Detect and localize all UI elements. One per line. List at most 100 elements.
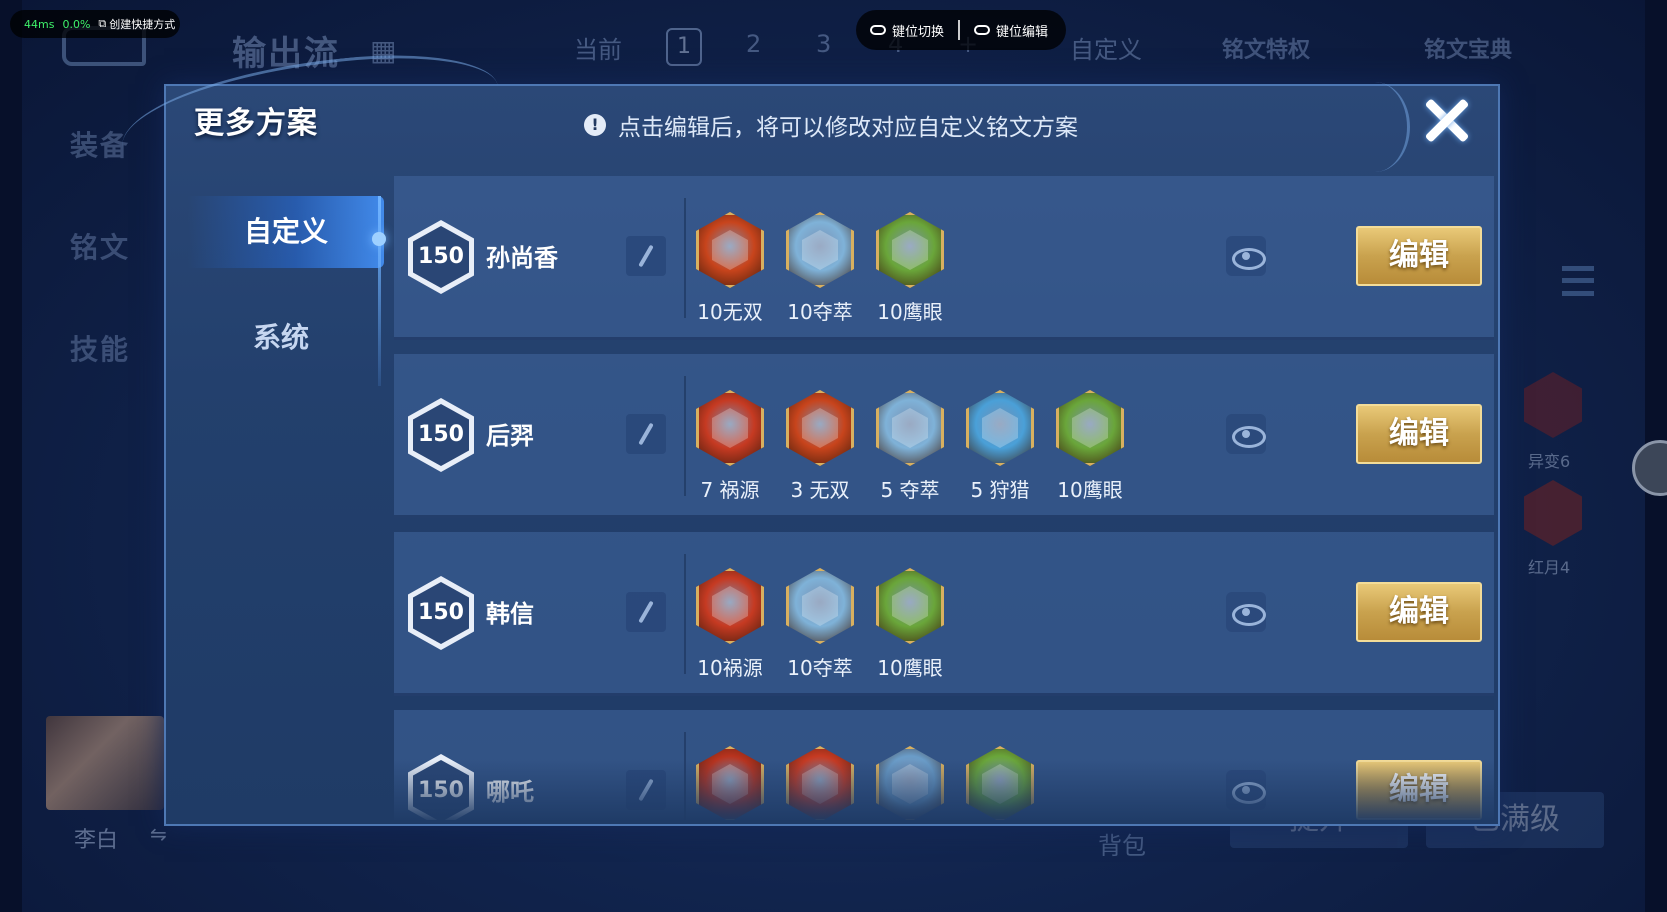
- level-badge: 150: [408, 576, 474, 650]
- bag-label[interactable]: 背包: [1098, 826, 1146, 861]
- perf-overlay: 44ms 0.0% ⧉ 创建快捷方式: [10, 10, 180, 38]
- game-screen: 输出流 ▦ 当前 1 2 3 4 + 自定义 铭文特权 铭文宝典 装备 铭文 技…: [0, 0, 1667, 912]
- badge-icon: [1524, 480, 1582, 546]
- key-switch-button[interactable]: 键位切换: [856, 21, 958, 40]
- rune-gem-icon: [876, 390, 944, 466]
- rune-gem-icon: [966, 390, 1034, 466]
- key-edit-label: 键位编辑: [996, 24, 1049, 40]
- rune-gem-icon: [786, 390, 854, 466]
- level-value: 150: [413, 404, 469, 466]
- rune-item[interactable]: 10鹰眼: [876, 212, 944, 325]
- active-tab-indicator: [372, 232, 386, 246]
- dialog-title: 更多方案: [194, 106, 318, 141]
- scheme-name: 后羿: [486, 422, 534, 450]
- bg-tab-2[interactable]: 2: [746, 30, 761, 58]
- rune-list: 7 祸源 3 无双 5 夺萃 5 狩猎 10鹰眼: [696, 390, 1124, 503]
- badge-label: 红月4: [1528, 558, 1571, 577]
- rune-item[interactable]: 10夺萃: [786, 212, 854, 325]
- scheme-list[interactable]: 150 孙尚香 10无双 10夺萃 10鹰眼 编辑 150 后羿 7 祸源 3 …: [394, 176, 1494, 820]
- list-fade: [394, 760, 1494, 820]
- rename-icon[interactable]: [626, 592, 666, 632]
- rune-label: 5 狩猎: [970, 478, 1030, 502]
- rename-icon[interactable]: [626, 414, 666, 454]
- badge-label: 异变6: [1528, 452, 1571, 471]
- scheme-name: 韩信: [486, 600, 534, 628]
- rune-privilege-button[interactable]: 铭文特权: [1222, 32, 1310, 64]
- rune-gem-icon: [696, 568, 764, 644]
- rune-label: 3 无双: [790, 478, 850, 502]
- hint-bar: ! 点击编辑后，将可以修改对应自定义铭文方案: [584, 108, 1078, 142]
- rename-icon[interactable]: [626, 236, 666, 276]
- hero-avatar[interactable]: [46, 716, 164, 810]
- key-edit-button[interactable]: 键位编辑: [960, 21, 1062, 40]
- info-icon: !: [584, 114, 606, 136]
- rune-gem-icon: [786, 212, 854, 288]
- rune-gem-icon: [1056, 390, 1124, 466]
- level-badge: 150: [408, 220, 474, 294]
- rune-codex-button[interactable]: 铭文宝典: [1424, 32, 1512, 64]
- ping-value: 44ms: [24, 17, 55, 31]
- rune-label: 10祸源: [697, 656, 763, 680]
- divider: [684, 198, 686, 318]
- shortcut-icon: ⧉: [98, 17, 107, 30]
- side-tab-runes[interactable]: 铭文: [70, 226, 130, 266]
- gamepad-icon: [870, 25, 886, 35]
- shortcut-label: 创建快捷方式: [109, 18, 176, 31]
- rune-item[interactable]: 7 祸源: [696, 390, 764, 503]
- grid-icon[interactable]: ▦: [370, 34, 396, 67]
- edit-button[interactable]: 编辑: [1356, 226, 1482, 286]
- rune-item[interactable]: 10夺萃: [786, 568, 854, 681]
- rune-item[interactable]: 10鹰眼: [876, 568, 944, 681]
- rune-label: 10鹰眼: [1057, 478, 1123, 502]
- preview-eye-icon[interactable]: [1226, 236, 1266, 276]
- rune-item[interactable]: 10鹰眼: [1056, 390, 1124, 503]
- divider: [958, 20, 961, 40]
- level-value: 150: [413, 582, 469, 644]
- rune-gem-icon: [876, 212, 944, 288]
- scheme-name: 孙尚香: [486, 244, 558, 272]
- tab-divider: [378, 196, 381, 386]
- loss-value: 0.0%: [62, 17, 91, 31]
- rune-label: 5 夺萃: [880, 478, 940, 502]
- bg-tab-current[interactable]: 当前: [574, 30, 622, 65]
- rune-label: 10鹰眼: [877, 300, 943, 324]
- rune-list: 10无双 10夺萃 10鹰眼: [696, 212, 944, 325]
- rune-item[interactable]: 10祸源: [696, 568, 764, 681]
- rune-gem-icon: [786, 568, 854, 644]
- rune-label: 7 祸源: [700, 478, 760, 502]
- rune-label: 10无双: [697, 300, 763, 324]
- divider: [684, 376, 686, 496]
- scheme-row: 150 韩信 10祸源 10夺萃 10鹰眼 编辑: [394, 532, 1494, 696]
- floating-button[interactable]: [1632, 440, 1667, 496]
- close-icon[interactable]: [1422, 96, 1472, 146]
- rune-item[interactable]: 10无双: [696, 212, 764, 325]
- edit-button[interactable]: 编辑: [1356, 582, 1482, 642]
- level-badge: 150: [408, 398, 474, 472]
- rune-list: 10祸源 10夺萃 10鹰眼: [696, 568, 944, 681]
- preview-eye-icon[interactable]: [1226, 414, 1266, 454]
- divider: [684, 554, 686, 674]
- key-switch-label: 键位切换: [892, 24, 945, 40]
- rune-gem-icon: [696, 212, 764, 288]
- side-tab-skills[interactable]: 技能: [70, 328, 130, 368]
- bg-page-title: 输出流: [232, 34, 340, 74]
- hint-text: 点击编辑后，将可以修改对应自定义铭文方案: [618, 115, 1078, 141]
- rune-item[interactable]: 3 无双: [786, 390, 854, 503]
- edit-button[interactable]: 编辑: [1356, 404, 1482, 464]
- menu-icon[interactable]: [1562, 266, 1594, 296]
- rune-item[interactable]: 5 夺萃: [876, 390, 944, 503]
- tab-system[interactable]: 系统: [188, 308, 374, 368]
- scheme-row: 150 孙尚香 10无双 10夺萃 10鹰眼 编辑: [394, 176, 1494, 340]
- key-mapping-bar: 键位切换 键位编辑: [856, 10, 1066, 50]
- bg-tab-custom[interactable]: 自定义: [1070, 30, 1142, 65]
- hero-name: 李白: [74, 828, 119, 853]
- bg-tab-3[interactable]: 3: [816, 30, 831, 58]
- rune-item[interactable]: 5 狩猎: [966, 390, 1034, 503]
- rune-label: 10夺萃: [787, 300, 853, 324]
- preview-eye-icon[interactable]: [1226, 592, 1266, 632]
- bg-tab-1[interactable]: 1: [666, 28, 702, 66]
- level-value: 150: [413, 226, 469, 288]
- tab-custom[interactable]: 自定义: [188, 196, 384, 268]
- shortcut-button[interactable]: ⧉ 创建快捷方式: [98, 16, 175, 32]
- side-tab-equipment[interactable]: 装备: [70, 124, 130, 164]
